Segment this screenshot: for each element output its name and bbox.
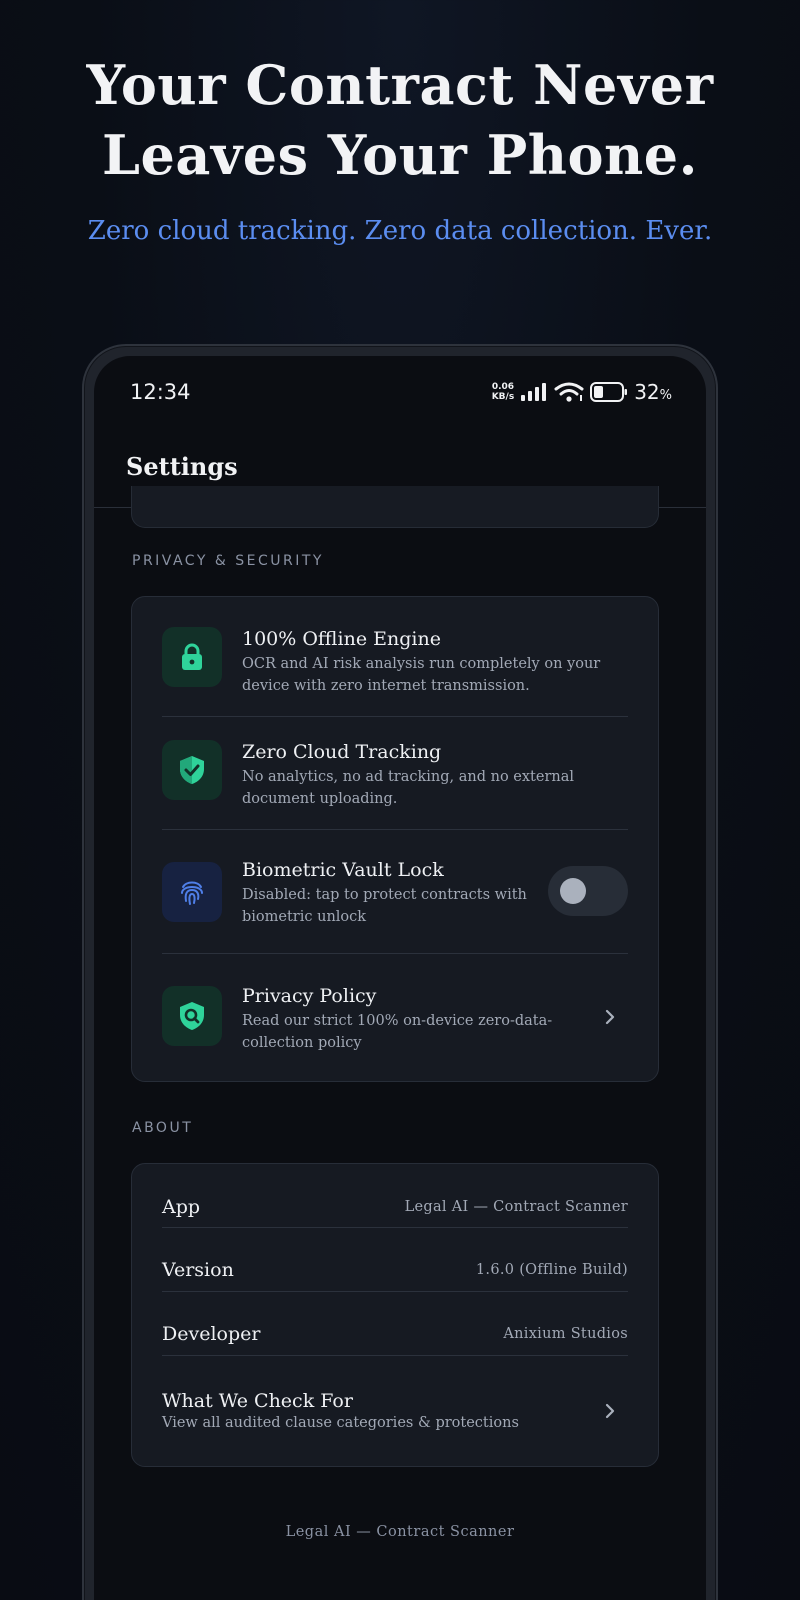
about-label: Version <box>162 1259 234 1281</box>
setting-row-offline-engine[interactable]: 100% Offline Engine OCR and AI risk anal… <box>162 597 628 717</box>
row-title: Privacy Policy <box>242 985 377 1007</box>
signal-icon <box>521 383 547 401</box>
promo-headline: Your Contract Never Leaves Your Phone. <box>0 50 800 190</box>
what-we-check-row[interactable]: What We Check For View all audited claus… <box>162 1356 628 1468</box>
row-title: Biometric Vault Lock <box>242 859 444 881</box>
section-label-privacy: PRIVACY & SECURITY <box>132 553 324 569</box>
net-speed-unit: KB/s <box>491 392 515 402</box>
about-card: App Legal AI — Contract Scanner Version … <box>131 1163 659 1467</box>
status-bar: 12:34 0.06 KB/s 32% <box>94 356 706 422</box>
row-title: What We Check For <box>162 1390 353 1412</box>
about-row-app: App Legal AI — Contract Scanner <box>162 1164 628 1228</box>
row-title: 100% Offline Engine <box>242 628 441 650</box>
privacy-card: 100% Offline Engine OCR and AI risk anal… <box>131 596 659 1082</box>
about-label: Developer <box>162 1323 261 1345</box>
about-value: Anixium Studios <box>503 1326 628 1342</box>
chevron-right-icon <box>605 1403 615 1419</box>
biometric-toggle[interactable] <box>548 866 628 916</box>
about-row-developer: Developer Anixium Studios <box>162 1292 628 1356</box>
status-icons: 0.06 KB/s 32% <box>492 380 672 404</box>
shield-search-icon <box>162 986 222 1046</box>
status-time: 12:34 <box>130 380 191 404</box>
row-title: Zero Cloud Tracking <box>242 741 442 763</box>
lock-icon <box>162 627 222 687</box>
wifi-icon <box>554 382 584 402</box>
toggle-knob <box>560 878 586 904</box>
setting-row-cloud-tracking[interactable]: Zero Cloud Tracking No analytics, no ad … <box>162 717 628 830</box>
row-description: Read our strict 100% on-device zero-data… <box>242 1013 553 1051</box>
row-description: No analytics, no ad tracking, and no ext… <box>242 769 574 807</box>
battery-percent: 32% <box>634 380 672 404</box>
battery-symbol: % <box>659 388 672 403</box>
about-label: App <box>162 1196 201 1218</box>
about-row-version: Version 1.6.0 (Offline Build) <box>162 1228 628 1292</box>
row-description: OCR and AI risk analysis run completely … <box>242 656 601 694</box>
battery-icon <box>590 382 628 402</box>
promo-subhead: Zero cloud tracking. Zero data collectio… <box>87 216 713 246</box>
footer-text: Legal AI — Contract Scanner <box>285 1524 515 1540</box>
headline-line-2: Leaves Your Phone. <box>102 123 698 187</box>
battery-value: 32 <box>634 380 660 404</box>
setting-row-privacy-policy[interactable]: Privacy Policy Read our strict 100% on-d… <box>162 954 628 1083</box>
shield-check-icon <box>162 740 222 800</box>
net-speed-value: 0.06 <box>491 382 515 392</box>
phone-frame: 12:34 0.06 KB/s 32% Settings PRIVACY & S… <box>82 344 718 1600</box>
fingerprint-icon <box>162 862 222 922</box>
previous-card-edge <box>131 486 659 528</box>
phone-screen: 12:34 0.06 KB/s 32% Settings PRIVACY & S… <box>94 356 706 1600</box>
section-label-about: ABOUT <box>132 1120 194 1136</box>
page-title: Settings <box>126 452 238 481</box>
headline-line-1: Your Contract Never <box>86 53 714 117</box>
about-value: 1.6.0 (Offline Build) <box>475 1262 628 1278</box>
row-description: View all audited clause categories & pro… <box>162 1415 519 1431</box>
chevron-right-icon <box>605 1009 615 1025</box>
net-speed: 0.06 KB/s <box>492 382 514 402</box>
about-value: Legal AI — Contract Scanner <box>404 1199 628 1215</box>
row-description: Disabled: tap to protect contracts with … <box>242 887 527 925</box>
setting-row-biometric-lock[interactable]: Biometric Vault Lock Disabled: tap to pr… <box>162 830 628 954</box>
